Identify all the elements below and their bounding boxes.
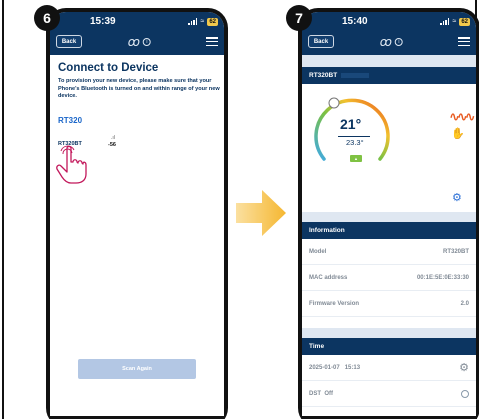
left-phone-screen: 15:39 ≈ 62 Back ꝏ i Connect to Device To… bbox=[50, 12, 224, 419]
back-button[interactable]: Back bbox=[56, 35, 82, 48]
dst-toggle-radio[interactable] bbox=[461, 389, 469, 398]
hamburger-menu-icon[interactable] bbox=[206, 37, 218, 46]
signal-icon bbox=[440, 18, 450, 25]
battery-icon: 62 bbox=[459, 17, 470, 26]
dst-label: DST bbox=[309, 390, 321, 397]
device-card-header: RT320BT bbox=[302, 67, 476, 84]
wifi-icon: ≈ bbox=[200, 18, 205, 25]
time-header: Time bbox=[302, 338, 476, 355]
nav-bar: Back ꝏ i bbox=[50, 31, 224, 55]
status-bar: 15:40 ≈ 62 bbox=[302, 12, 476, 31]
device-group-header: RT320 bbox=[58, 116, 83, 125]
scan-again-button[interactable]: Scan Again bbox=[78, 359, 196, 379]
status-time: 15:39 bbox=[90, 16, 116, 27]
left-phone: 15:39 ≈ 62 Back ꝏ i Connect to Device To… bbox=[46, 8, 228, 419]
step-badge-6: 6 bbox=[34, 5, 60, 31]
date-text: 2025-01-07 bbox=[309, 364, 340, 371]
info-row-mac: MAC address 00:1E:5E:0E:33:30 bbox=[302, 265, 476, 291]
page-description: To provision your new device, please mak… bbox=[58, 78, 220, 99]
gauge-handle[interactable] bbox=[328, 97, 340, 109]
dst-value: DST Off bbox=[309, 391, 333, 397]
right-phone-screen: 15:40 ≈ 62 Back ꝏ i RT320BT 21° 23.3° ▲ … bbox=[302, 12, 476, 419]
time-card: Time 2025-01-07 15:13 ⚙ DST Off bbox=[302, 338, 476, 419]
current-temperature: 21° bbox=[340, 116, 362, 132]
pointing-hand-icon bbox=[56, 145, 87, 184]
back-button[interactable]: Back bbox=[308, 35, 334, 48]
system-icons: ≈ 62 bbox=[440, 17, 470, 26]
dst-row: DST Off bbox=[302, 381, 476, 407]
clock-text: 15:13 bbox=[344, 364, 361, 371]
system-icons: ≈ 62 bbox=[188, 17, 218, 26]
next-step-arrow bbox=[236, 190, 286, 236]
info-icon[interactable]: i bbox=[142, 38, 151, 46]
heat-waves-icon: ∿∿∿ bbox=[449, 109, 476, 124]
temperature-divider bbox=[338, 136, 370, 137]
nav-bar: Back ꝏ i bbox=[302, 31, 476, 55]
app-logo: ꝏ i bbox=[128, 35, 151, 49]
time-row: 2025-01-07 15:13 ⚙ bbox=[302, 355, 476, 381]
step-badge-7: 7 bbox=[286, 5, 312, 31]
eco-leaf-icon: ▲ bbox=[350, 155, 362, 162]
redacted-name bbox=[341, 73, 370, 78]
hand-icon[interactable]: ✋ bbox=[451, 127, 465, 140]
info-value: 00:1E:5E:0E:33:30 bbox=[416, 274, 469, 281]
left-frame-border bbox=[2, 0, 4, 419]
device-settings-gear-icon[interactable]: ⚙ bbox=[452, 191, 462, 204]
signal-strength-icon: .ıl bbox=[111, 135, 115, 141]
device-rssi: -56 bbox=[108, 142, 116, 148]
info-label: Model bbox=[309, 248, 327, 255]
set-temperature: 23.3° bbox=[346, 138, 364, 147]
hamburger-menu-icon[interactable] bbox=[458, 37, 470, 46]
info-label: Firmware Version bbox=[309, 300, 360, 307]
time-settings-gear-icon[interactable]: ⚙ bbox=[459, 361, 469, 374]
page-title: Connect to Device bbox=[58, 62, 159, 74]
time-value: 2025-01-07 15:13 bbox=[309, 365, 360, 371]
device-title: RT320BT bbox=[309, 72, 338, 79]
info-icon[interactable]: i bbox=[394, 38, 403, 46]
logo-icon: ꝏ bbox=[127, 35, 140, 49]
dst-state: Off bbox=[324, 390, 334, 397]
app-logo: ꝏ i bbox=[380, 35, 403, 49]
info-row-firmware: Firmware Version 2.0 bbox=[302, 291, 476, 317]
info-value: RT320BT bbox=[442, 248, 469, 255]
logo-icon: ꝏ bbox=[379, 35, 392, 49]
info-label: MAC address bbox=[309, 274, 348, 281]
information-card: Information Model RT320BT MAC address 00… bbox=[302, 222, 476, 328]
status-time: 15:40 bbox=[342, 16, 368, 27]
signal-icon bbox=[188, 18, 198, 25]
status-bar: 15:39 ≈ 62 bbox=[50, 12, 224, 31]
info-value: 2.0 bbox=[460, 300, 469, 307]
information-header: Information bbox=[302, 222, 476, 239]
info-row-model: Model RT320BT bbox=[302, 239, 476, 265]
battery-icon: 62 bbox=[207, 17, 218, 26]
device-card: RT320BT 21° 23.3° ▲ ∿∿∿ ✋ ⚙ bbox=[302, 67, 476, 212]
wifi-icon: ≈ bbox=[452, 18, 457, 25]
right-phone: 15:40 ≈ 62 Back ꝏ i RT320BT 21° 23.3° ▲ … bbox=[298, 8, 479, 419]
